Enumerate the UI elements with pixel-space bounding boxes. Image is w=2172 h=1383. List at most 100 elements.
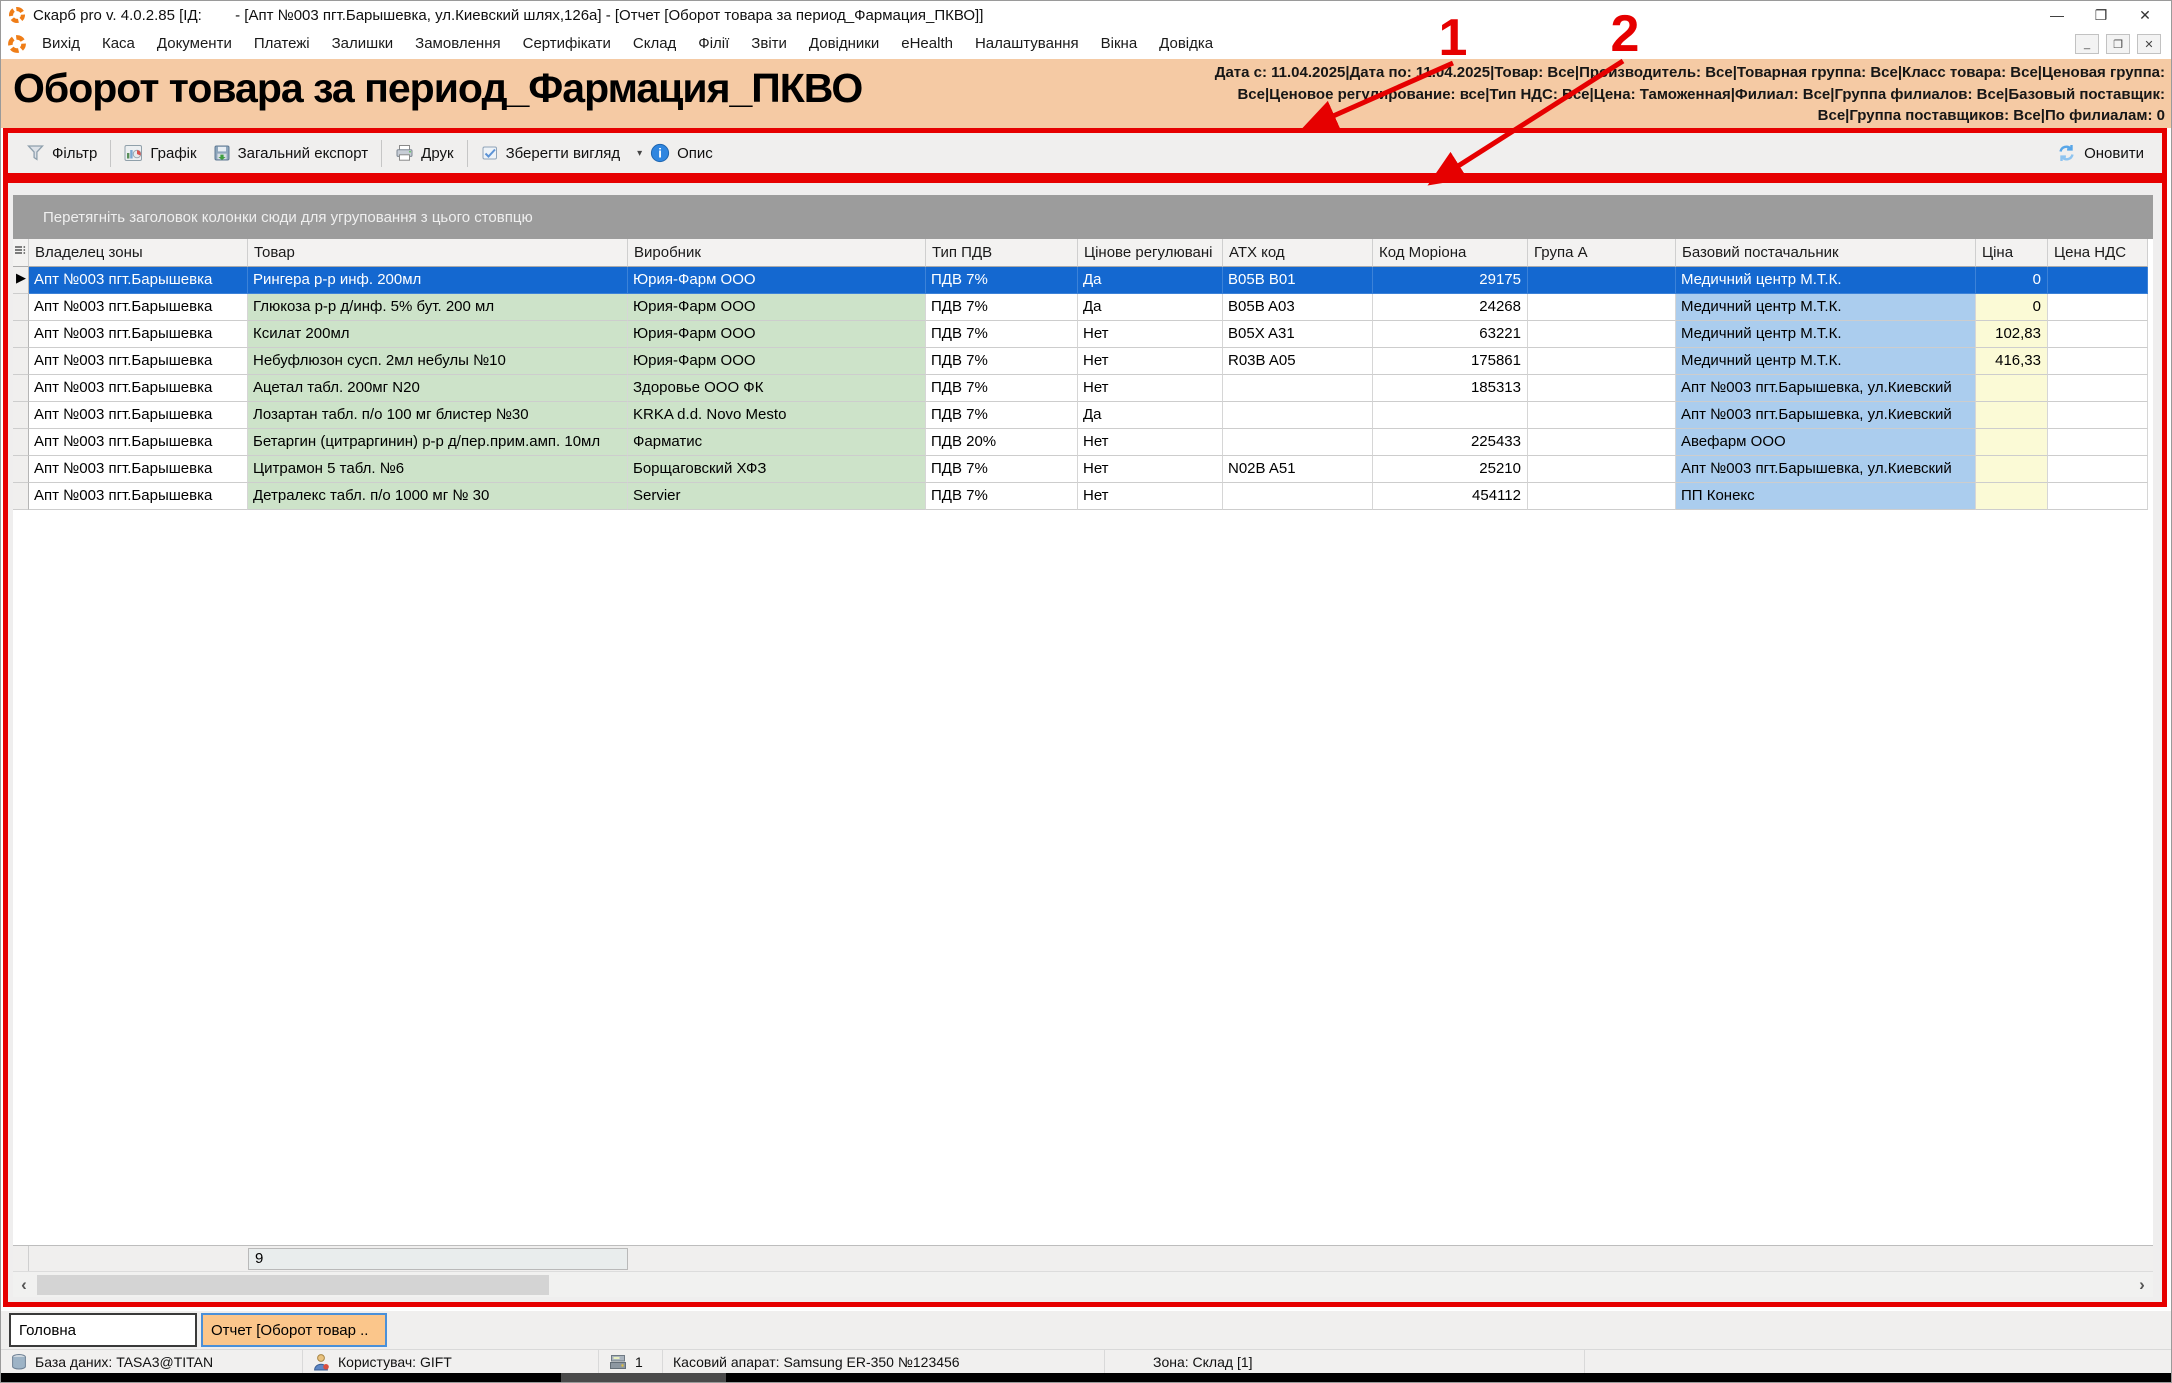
scrollbar-thumb[interactable] [37,1275,549,1295]
column-header-morion[interactable]: Код Моріона [1373,239,1528,267]
cell-price [1976,429,2048,456]
menu-item-3[interactable]: Платежі [243,31,321,56]
menu-item-5[interactable]: Замовлення [404,31,511,56]
cell-price_vat [2048,456,2148,483]
annotation-rectangle-grid: Перетягніть заголовок колонки сюди для у… [3,178,2167,1307]
menu-item-14[interactable]: Довідка [1148,31,1224,56]
column-header-owner[interactable]: Владелец зоны [29,239,248,267]
grid-handle-icon[interactable] [14,244,26,256]
cell-morion [1373,402,1528,429]
scroll-right-arrow[interactable]: › [2131,1272,2153,1297]
column-header-price[interactable]: Ціна [1976,239,2048,267]
cell-manufacturer: Юрия-Фарм ООО [628,348,926,375]
tab-report-active[interactable]: Отчет [Оборот товар .. [201,1313,387,1347]
table-row[interactable]: Апт №003 пгт.БарышевкаДетралекс табл. п/… [13,483,2153,510]
table-row[interactable]: Апт №003 пгт.БарышевкаЛозартан табл. п/о… [13,402,2153,429]
cell-ind [13,348,29,375]
menu-item-1[interactable]: Каса [91,31,146,56]
toolbar-button-0[interactable]: Фільтр [18,141,105,165]
menu-item-0[interactable]: Вихід [31,31,91,56]
menu-item-13[interactable]: Вікна [1090,31,1149,56]
user-icon [313,1353,330,1371]
cell-group_a [1528,267,1676,294]
menu-item-11[interactable]: eHealth [890,31,964,56]
status-text: 1 [635,1354,643,1370]
menu-item-8[interactable]: Філії [687,31,740,56]
grid-header-row: Владелец зоныТоварВиробникТип ПДВЦінове … [13,239,2153,267]
column-header-atx[interactable]: АТХ код [1223,239,1373,267]
menu-item-10[interactable]: Довідники [798,31,890,56]
table-row[interactable]: Апт №003 пгт.БарышевкаЦитрамон 5 табл. №… [13,456,2153,483]
table-row[interactable]: Апт №003 пгт.БарышевкаБетаргин (цитрарги… [13,429,2153,456]
cell-atx [1223,375,1373,402]
mdi-restore-button[interactable]: ❐ [2106,34,2130,54]
status-text: Користувач: GIFT [338,1354,452,1370]
cash-register-icon [609,1354,627,1370]
menu-item-4[interactable]: Залишки [321,31,405,56]
group-by-hint: Перетягніть заголовок колонки сюди для у… [43,209,533,226]
grid-body: ▶Апт №003 пгт.БарышевкаРингера р-р инф. … [13,267,2153,1245]
column-header-vat[interactable]: Тип ПДВ [926,239,1078,267]
cell-price_vat [2048,267,2148,294]
toolbar-button-1[interactable]: Графік [116,141,204,165]
cell-price_reg: Да [1078,267,1223,294]
toolbar: Фільтр ГрафікЗагальний експорт Друк Зберегт… [8,133,2162,173]
table-row[interactable]: Апт №003 пгт.БарышевкаАцетал табл. 200мг… [13,375,2153,402]
refresh-button[interactable]: Оновити [2048,140,2152,166]
column-header-price_vat[interactable]: Цена НДС [2048,239,2148,267]
restore-button[interactable]: ❐ [2079,1,2123,29]
close-button[interactable]: ✕ [2123,1,2167,29]
cell-vat: ПДВ 7% [926,348,1078,375]
cell-product: Рингера р-р инф. 200мл [248,267,628,294]
toolbar-button-5[interactable]: iОпис [642,140,721,166]
status-segment-0: База даних: TASA3@TITAN [1,1350,303,1373]
cell-vat: ПДВ 7% [926,456,1078,483]
mdi-close-button[interactable]: ✕ [2137,34,2161,54]
scroll-left-arrow[interactable]: ‹ [13,1272,35,1297]
menu-items: ВихідКасаДокументиПлатежіЗалишкиЗамовлен… [31,35,1224,53]
cell-morion: 185313 [1373,375,1528,402]
cell-price_reg: Нет [1078,483,1223,510]
minimize-button[interactable]: — [2035,1,2079,29]
menu-item-9[interactable]: Звіти [740,31,798,56]
cell-supplier: Апт №003 пгт.Барышевка, ул.Киевский [1676,402,1976,429]
app-logo-icon-small [7,34,27,54]
cell-price_reg: Нет [1078,456,1223,483]
toolbar-button-3[interactable]: Друк [387,141,461,165]
table-row[interactable]: ▶Апт №003 пгт.БарышевкаРингера р-р инф. … [13,267,2153,294]
table-row[interactable]: Апт №003 пгт.БарышевкаНебуфлюзон сусп. 2… [13,348,2153,375]
menu-item-2[interactable]: Документи [146,31,243,56]
cell-price_vat [2048,483,2148,510]
table-row[interactable]: Апт №003 пгт.БарышевкаКсилат 200млЮрия-Ф… [13,321,2153,348]
menu-item-7[interactable]: Склад [622,31,687,56]
toolbar-button-label: Опис [677,145,713,162]
cell-owner: Апт №003 пгт.Барышевка [29,456,248,483]
column-header-product[interactable]: Товар [248,239,628,267]
cell-supplier: Медичний центр М.Т.К. [1676,294,1976,321]
save-view-icon [481,144,499,162]
menu-item-12[interactable]: Налаштування [964,31,1090,56]
status-bar: База даних: TASA3@TITAN Користувач: GIFT 1… [1,1349,2171,1373]
cell-group_a [1528,456,1676,483]
toolbar-button-2[interactable]: Загальний експорт [205,141,377,165]
column-header-manufacturer[interactable]: Виробник [628,239,926,267]
horizontal-scrollbar[interactable]: ‹ › [13,1271,2153,1297]
cell-supplier: Медичний центр М.Т.К. [1676,267,1976,294]
footer-indicator-strip [13,1246,29,1271]
group-by-bar[interactable]: Перетягніть заголовок колонки сюди для у… [13,195,2153,239]
toolbar-button-4[interactable]: Зберегти вигляд [473,141,629,165]
status-text: Касовий апарат: Samsung ER-350 №123456 [673,1354,960,1370]
tab-home[interactable]: Головна [9,1313,197,1347]
column-header-price_reg[interactable]: Цінове регулювані [1078,239,1223,267]
cell-price_vat [2048,429,2148,456]
table-row[interactable]: Апт №003 пгт.БарышевкаГлюкоза р-р д/инф.… [13,294,2153,321]
menu-item-6[interactable]: Сертифікати [512,31,622,56]
toolbar-separator [381,140,382,167]
mdi-minimize-button[interactable]: _ [2075,34,2099,54]
column-header-supplier[interactable]: Базовий постачальник [1676,239,1976,267]
title-bar: Скарб pro v. 4.0.2.85 [ІД: - [Апт №003 п… [1,1,2171,29]
column-header-group_a[interactable]: Група А [1528,239,1676,267]
status-text: База даних: TASA3@TITAN [35,1354,213,1370]
cell-atx: B05X A31 [1223,321,1373,348]
column-header-ind[interactable] [13,239,29,267]
